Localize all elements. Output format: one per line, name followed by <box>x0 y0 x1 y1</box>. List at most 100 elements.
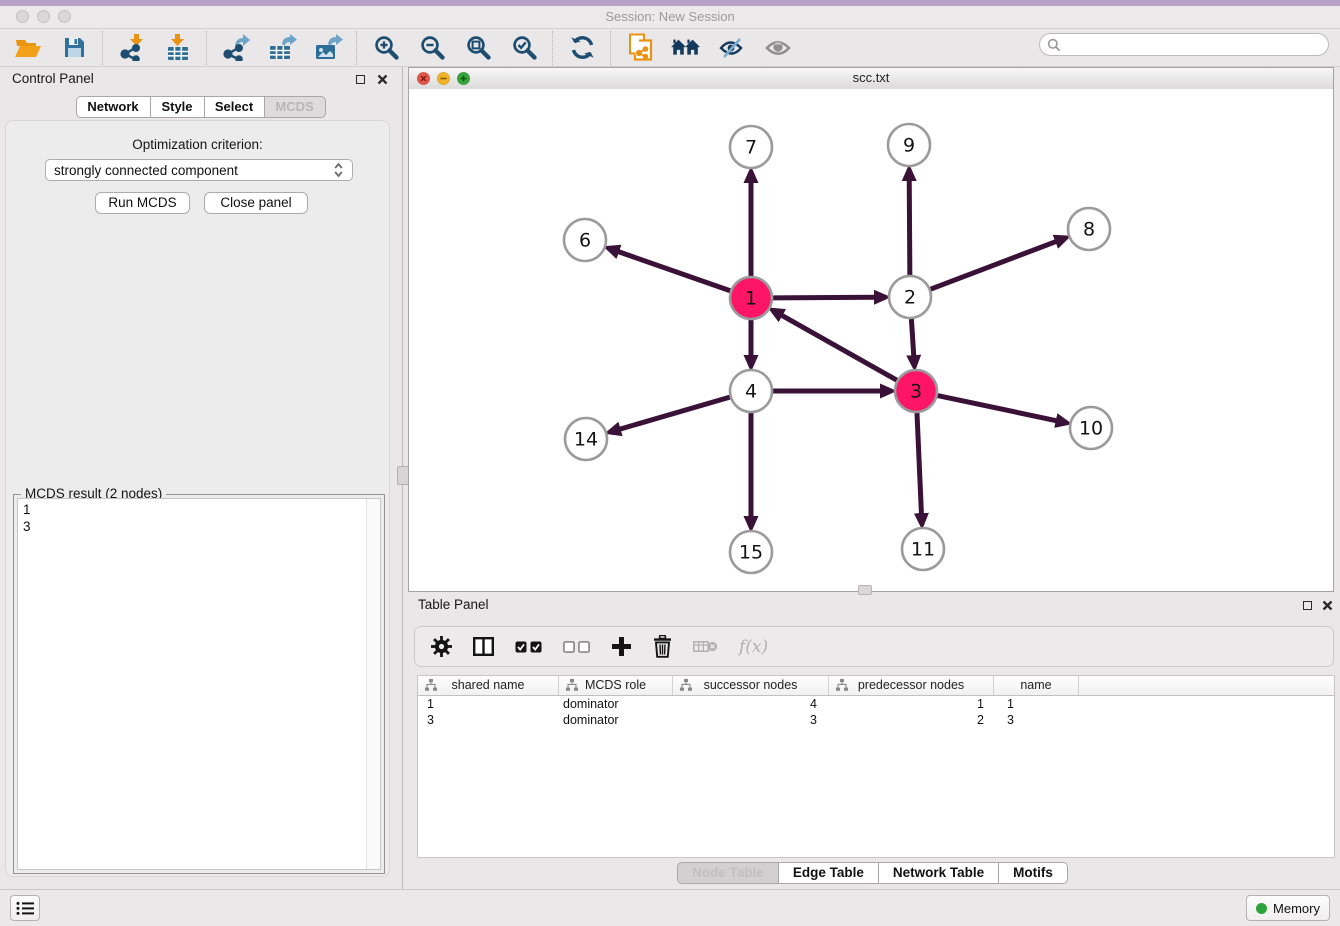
column-header-successor-nodes[interactable]: successor nodes <box>673 676 829 695</box>
select-all-icon[interactable] <box>515 641 542 653</box>
tab-mcds[interactable]: MCDS <box>265 96 326 118</box>
tab-network-table[interactable]: Network Table <box>879 862 999 884</box>
cell-predecessor-nodes[interactable]: 2 <box>829 712 994 728</box>
main-toolbar <box>0 29 1340 67</box>
network-maximize-button[interactable] <box>457 72 470 85</box>
memory-button[interactable]: Memory <box>1246 895 1330 921</box>
cell-predecessor-nodes[interactable]: 1 <box>829 696 994 712</box>
select-stepper-icon <box>333 162 344 178</box>
tab-network[interactable]: Network <box>76 96 151 118</box>
column-header-mcds-role[interactable]: MCDS role <box>559 676 673 695</box>
column-header-predecessor-nodes[interactable]: predecessor nodes <box>829 676 994 695</box>
memory-label: Memory <box>1273 901 1320 916</box>
deselect-all-icon[interactable] <box>563 641 590 653</box>
column-header-shared-name[interactable]: shared name <box>418 676 559 695</box>
close-window-button[interactable] <box>16 10 29 23</box>
export-image-button[interactable] <box>313 33 343 63</box>
graph-edge-1-2[interactable] <box>773 297 875 298</box>
close-panel-action-button[interactable]: Close panel <box>204 192 308 214</box>
graph-edge-2-8[interactable] <box>931 241 1057 289</box>
graph-node-label-14: 14 <box>574 429 598 451</box>
save-floppy-icon <box>63 36 86 59</box>
show-details-button[interactable] <box>763 33 793 63</box>
hide-details-button[interactable] <box>717 33 747 63</box>
table-header-row: shared name MCDS role successor nodes <box>418 676 1334 696</box>
tab-select[interactable]: Select <box>205 96 265 118</box>
graph-edge-3-11[interactable] <box>917 413 921 514</box>
save-session-button[interactable] <box>59 33 89 63</box>
graph-node-label-1: 1 <box>745 288 757 310</box>
mcds-result-list[interactable]: 1 3 <box>17 498 381 870</box>
table-float-button[interactable] <box>1301 599 1314 612</box>
table-panel: Table Panel <box>405 595 1340 890</box>
float-panel-button[interactable] <box>354 73 367 86</box>
eye-slash-icon <box>718 36 746 60</box>
cell-mcds-role[interactable]: dominator <box>559 712 673 728</box>
flag-column-icon <box>836 679 848 692</box>
graph-node-label-11: 11 <box>911 539 935 561</box>
network-window-titlebar[interactable]: scc.txt <box>409 68 1333 90</box>
flag-column-icon <box>680 679 692 692</box>
open-session-button[interactable] <box>13 33 43 63</box>
table-close-button[interactable] <box>1321 599 1334 612</box>
run-mcds-button[interactable]: Run MCDS <box>95 192 190 214</box>
export-network-icon <box>222 34 250 61</box>
zoom-in-button[interactable] <box>371 33 401 63</box>
tab-edge-table[interactable]: Edge Table <box>779 862 879 884</box>
control-panel-header: Control Panel <box>0 67 401 93</box>
home-view-button[interactable] <box>671 33 701 63</box>
result-scrollbar[interactable] <box>366 499 380 869</box>
zoom-out-button[interactable] <box>417 33 447 63</box>
search-input[interactable] <box>1061 36 1321 53</box>
criterion-select[interactable]: strongly connected component <box>45 159 353 181</box>
network-from-file-button[interactable] <box>625 33 655 63</box>
show-panels-button[interactable] <box>10 895 40 921</box>
cell-shared-name[interactable]: 3 <box>418 712 559 728</box>
search-box[interactable] <box>1039 33 1329 56</box>
cell-name[interactable]: 1 <box>994 696 1079 712</box>
table-row[interactable]: 3 dominator 3 2 3 <box>418 712 1334 728</box>
export-network-button[interactable] <box>221 33 251 63</box>
cell-shared-name[interactable]: 1 <box>418 696 559 712</box>
import-network-button[interactable] <box>117 33 147 63</box>
delete-trash-icon[interactable] <box>653 635 672 658</box>
node-table[interactable]: shared name MCDS role successor nodes <box>417 675 1335 858</box>
network-canvas[interactable]: 7968124314101511 <box>409 89 1333 591</box>
add-column-icon[interactable] <box>611 636 632 657</box>
graph-edge-2-9[interactable] <box>909 180 910 275</box>
graph-edge-1-6[interactable] <box>618 252 730 291</box>
tab-style[interactable]: Style <box>151 96 205 118</box>
zoom-selected-button[interactable] <box>509 33 539 63</box>
cell-mcds-role[interactable]: dominator <box>559 696 673 712</box>
list-icon <box>16 901 35 916</box>
cell-successor-nodes[interactable]: 3 <box>673 712 829 728</box>
home-icon <box>671 37 701 59</box>
graph-edge-4-14[interactable] <box>620 397 730 429</box>
cell-successor-nodes[interactable]: 4 <box>673 696 829 712</box>
cell-name[interactable]: 3 <box>994 712 1079 728</box>
export-table-button[interactable] <box>267 33 297 63</box>
apply-layout-button[interactable] <box>567 33 597 63</box>
close-panel-button[interactable] <box>376 73 389 86</box>
network-minimize-button[interactable] <box>437 72 450 85</box>
graph-edge-2-3[interactable] <box>911 319 913 356</box>
network-window-controls <box>417 72 470 85</box>
show-columns-icon[interactable] <box>473 637 494 656</box>
import-table-button[interactable] <box>163 33 193 63</box>
table-row[interactable]: 1 dominator 4 1 1 <box>418 696 1334 712</box>
graph-edge-3-1[interactable] <box>781 315 896 380</box>
result-item: 3 <box>18 518 380 535</box>
zoom-window-button[interactable] <box>58 10 71 23</box>
column-header-name[interactable]: name <box>994 676 1079 695</box>
horizontal-splitter-handle[interactable] <box>858 585 872 595</box>
control-panel-title: Control Panel <box>12 71 94 86</box>
graph-edge-3-10[interactable] <box>938 396 1057 421</box>
tab-node-table[interactable]: Node Table <box>677 862 779 884</box>
tab-motifs[interactable]: Motifs <box>999 862 1068 884</box>
network-close-button[interactable] <box>417 72 430 85</box>
zoom-fit-button[interactable] <box>463 33 493 63</box>
open-folder-icon <box>14 36 42 59</box>
table-settings-gear-icon[interactable] <box>431 636 452 657</box>
network-window-title: scc.txt <box>409 68 1333 88</box>
minimize-window-button[interactable] <box>37 10 50 23</box>
